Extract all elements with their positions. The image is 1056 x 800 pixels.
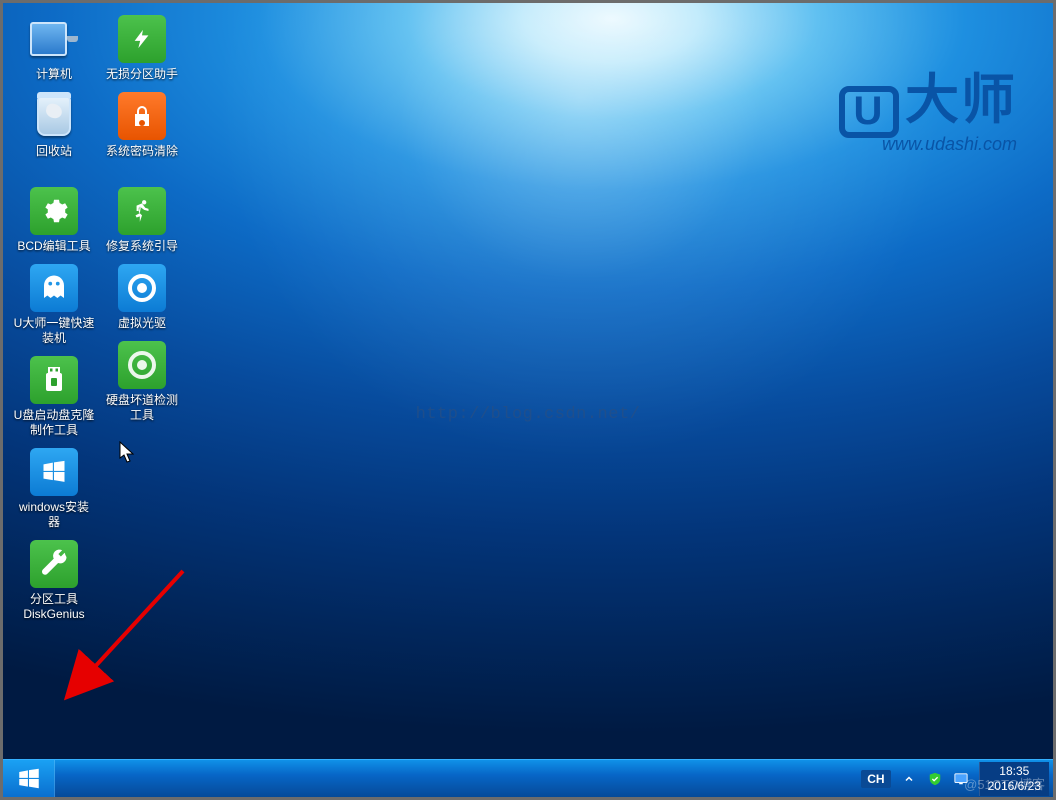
- desktop-icon-recycle-bin[interactable]: 回收站: [13, 92, 95, 159]
- clock-date: 2016/6/23: [988, 779, 1041, 794]
- desktop-icon-virtual-drive[interactable]: 虚拟光驱: [101, 264, 183, 331]
- tray-chevron-icon[interactable]: [901, 771, 917, 787]
- computer-icon: [30, 15, 78, 63]
- lock-icon: [118, 92, 166, 140]
- brand-logo: U大师 www.udashi.com: [839, 55, 1017, 155]
- csdn-watermark: http://blog.csdn.net/: [416, 405, 641, 424]
- system-tray: CH 18:35 2016/6/23: [851, 760, 1053, 797]
- screenshot-frame: 计算机 回收站 BCD编辑工具 U大师一键快: [0, 0, 1056, 800]
- icon-column-2: 无损分区助手 系统密码清除 修复系统引导: [101, 15, 183, 433]
- start-button[interactable]: [3, 760, 55, 797]
- desktop-icon-udashi-installer[interactable]: U大师一键快速装机: [13, 264, 95, 346]
- icon-label: 分区工具DiskGenius: [13, 592, 95, 622]
- brand-logo-text: U大师: [839, 55, 1017, 138]
- icon-label: BCD编辑工具: [13, 239, 95, 254]
- icon-label: 系统密码清除: [101, 144, 183, 159]
- recycle-bin-icon: [30, 92, 78, 140]
- desktop-icon-password-clear[interactable]: 系统密码清除: [101, 92, 183, 159]
- icon-column-1: 计算机 回收站 BCD编辑工具 U大师一键快: [13, 15, 95, 632]
- language-indicator[interactable]: CH: [861, 770, 890, 788]
- icon-label: 修复系统引导: [101, 239, 183, 254]
- icon-label: 回收站: [13, 144, 95, 159]
- desktop-icon-grid: 计算机 回收站 BCD编辑工具 U大师一键快: [13, 15, 193, 632]
- desktop-icon-usb-boot-clone[interactable]: U盘启动盘克隆制作工具: [13, 356, 95, 438]
- disc-scan-icon: [118, 341, 166, 389]
- icon-label: U大师一键快速装机: [13, 316, 95, 346]
- icon-label: U盘启动盘克隆制作工具: [13, 408, 95, 438]
- icon-label: 无损分区助手: [101, 67, 183, 82]
- wrench-icon: [30, 540, 78, 588]
- taskbar-clock[interactable]: 18:35 2016/6/23: [979, 762, 1049, 796]
- bolt-icon: [118, 15, 166, 63]
- disc-icon: [118, 264, 166, 312]
- clock-time: 18:35: [988, 764, 1041, 779]
- icon-label: 计算机: [13, 67, 95, 82]
- gear-icon: [30, 187, 78, 235]
- windows-flag-icon: [30, 448, 78, 496]
- desktop-icon-diskgenius[interactable]: 分区工具DiskGenius: [13, 540, 95, 622]
- tray-display-icon[interactable]: [953, 771, 969, 787]
- windows-start-icon: [16, 766, 42, 792]
- desktop-icon-boot-repair[interactable]: 修复系统引导: [101, 187, 183, 254]
- icon-label: 虚拟光驱: [101, 316, 183, 331]
- ghost-icon: [30, 264, 78, 312]
- desktop-icon-bcd-editor[interactable]: BCD编辑工具: [13, 187, 95, 254]
- desktop-icon-lossless-partition[interactable]: 无损分区助手: [101, 15, 183, 82]
- running-person-icon: [118, 187, 166, 235]
- desktop-icon-windows-installer[interactable]: windows安装器: [13, 448, 95, 530]
- taskbar: CH 18:35 2016/6/23: [3, 759, 1053, 797]
- desktop-icon-bad-sector-scan[interactable]: 硬盘坏道检测工具: [101, 341, 183, 423]
- tray-shield-icon[interactable]: [927, 771, 943, 787]
- desktop[interactable]: 计算机 回收站 BCD编辑工具 U大师一键快: [3, 3, 1053, 797]
- icon-label: 硬盘坏道检测工具: [101, 393, 183, 423]
- desktop-icon-computer[interactable]: 计算机: [13, 15, 95, 82]
- usb-icon: [30, 356, 78, 404]
- icon-label: windows安装器: [13, 500, 95, 530]
- brand-u-icon: U: [839, 86, 899, 138]
